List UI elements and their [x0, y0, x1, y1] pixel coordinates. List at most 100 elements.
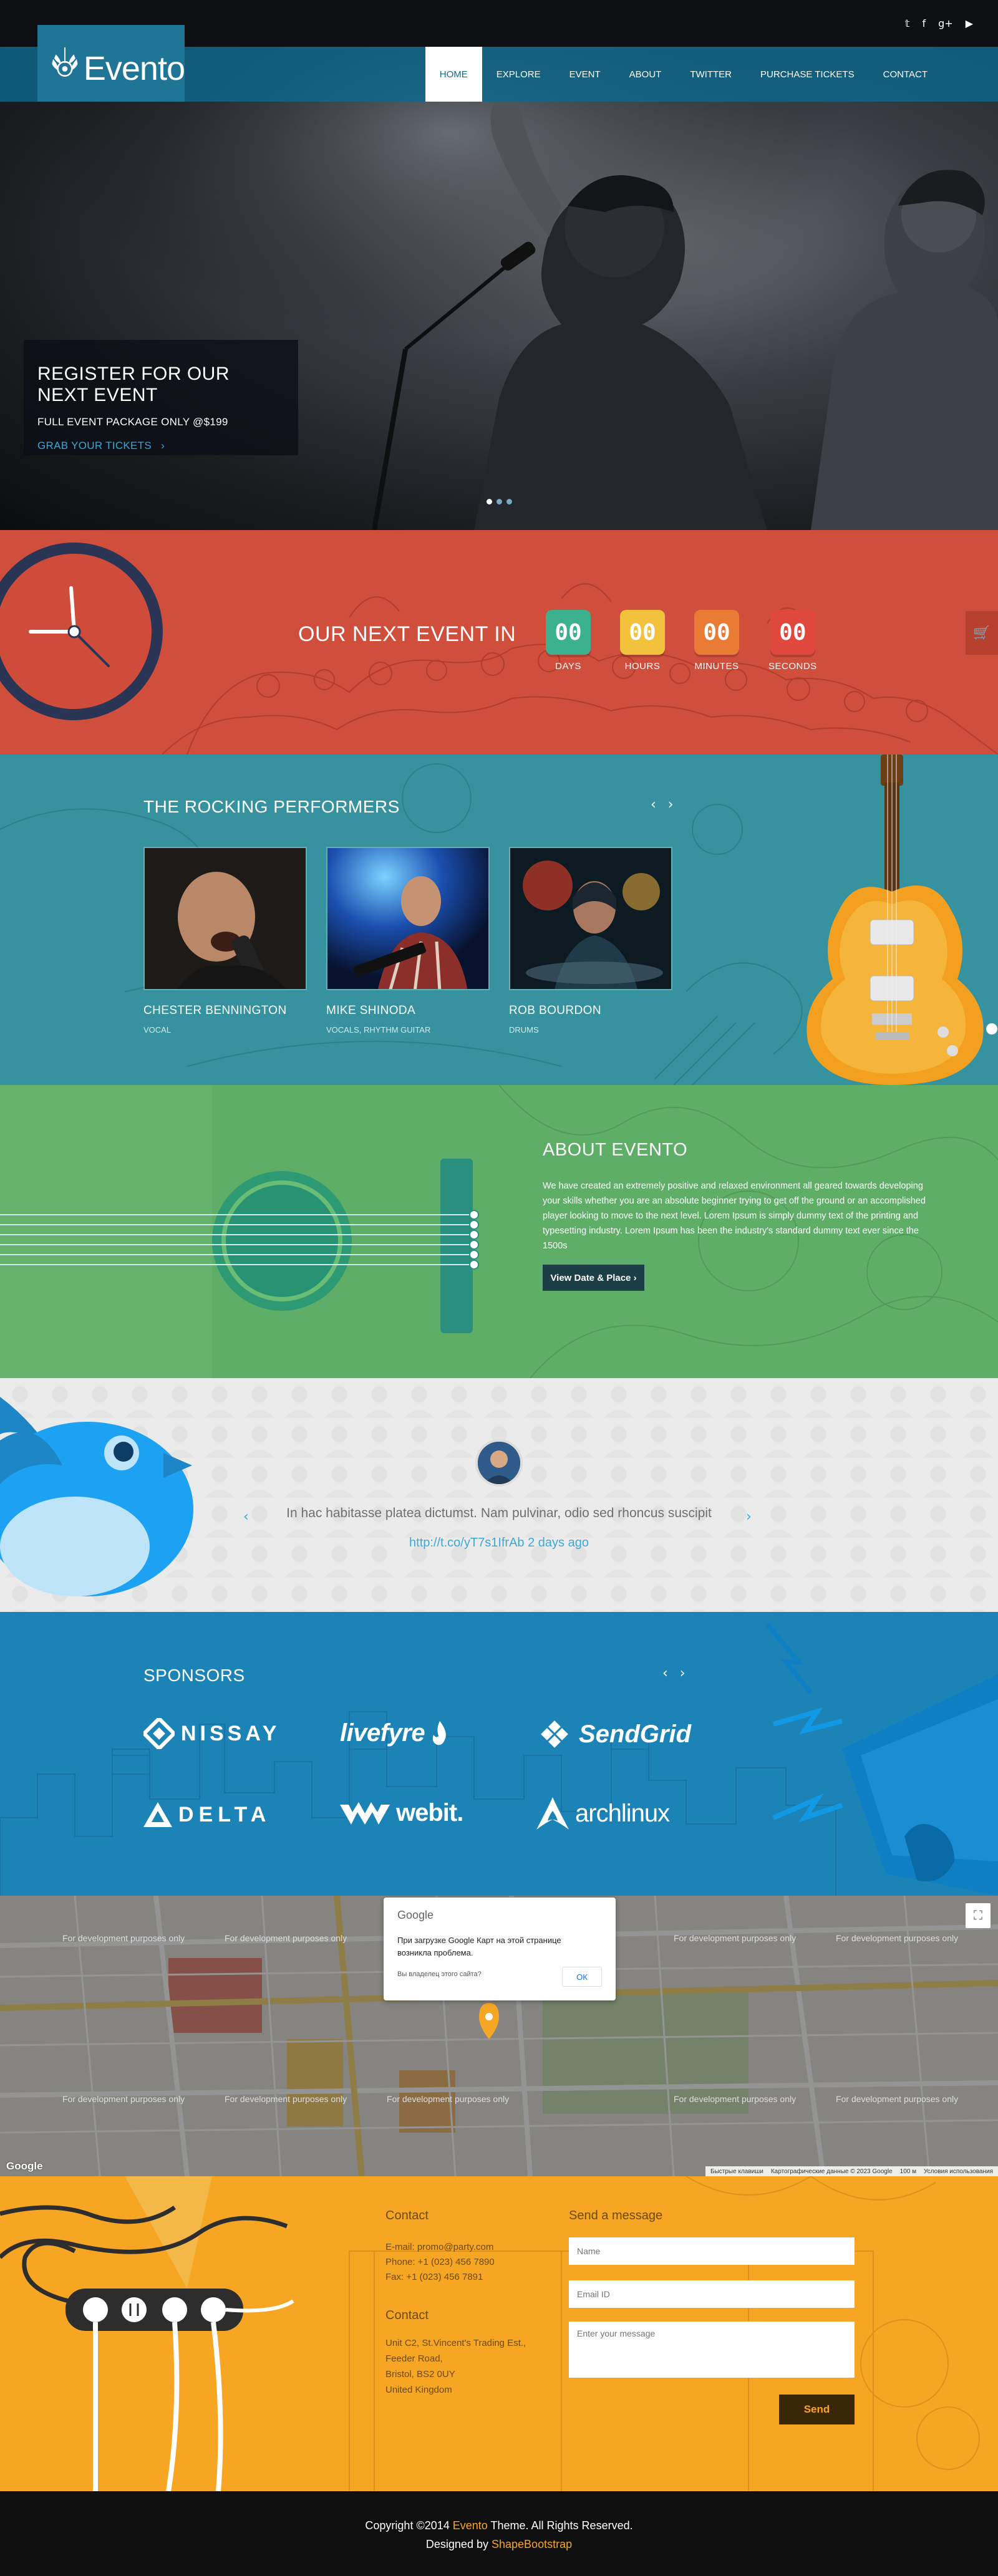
address-line: United Kingdom: [385, 2385, 452, 2395]
logo[interactable]: Evento: [37, 25, 185, 102]
nav-about[interactable]: ABOUT: [615, 47, 676, 102]
view-date-place-button[interactable]: View Date & Place ›: [543, 1265, 644, 1291]
sponsor-nissay[interactable]: NISSAY: [143, 1718, 280, 1749]
sponsor-name: NISSAY: [181, 1721, 281, 1745]
nav-purchase-tickets[interactable]: PURCHASE TICKETS: [746, 47, 869, 102]
tweet-avatar: [475, 1439, 523, 1487]
slider-dot[interactable]: [497, 499, 502, 504]
footer: Copyright ©2014 Evento Theme. All Rights…: [0, 2491, 998, 2576]
twitter-icon[interactable]: 𝕥: [905, 17, 909, 29]
keyboard-shortcuts-link[interactable]: Быстрые клавиши: [710, 2168, 763, 2175]
contact-phone: Phone: +1 (023) 456 7890: [385, 2257, 495, 2267]
map-watermark: For development purposes only: [225, 1933, 347, 1943]
electric-guitar-illustration: [807, 755, 997, 1085]
countdown-seconds-label: SECONDS: [768, 661, 817, 672]
countdown-hours-value: 00: [620, 610, 665, 655]
fullscreen-button[interactable]: ⛶: [966, 1903, 991, 1928]
youtube-icon[interactable]: ▶: [966, 17, 973, 29]
dialog-ok-button[interactable]: ОК: [562, 1967, 602, 1987]
performer-photo-image: [327, 848, 488, 989]
terms-link[interactable]: Условия использования: [924, 2168, 993, 2175]
nav-contact[interactable]: CONTACT: [869, 47, 942, 102]
map-watermark: For development purposes only: [674, 2094, 797, 2104]
performer-photo: [143, 847, 307, 990]
google-map[interactable]: For development purposes only For develo…: [0, 1896, 998, 2176]
countdown-seconds: 00 SECONDS: [768, 610, 817, 672]
tweet-link[interactable]: http://t.co/yT7s1IfrAb 2 days ago: [0, 1536, 998, 1550]
sponsors-section: SPONSORS ‹ › NISSAY livefyre SendGrid DE…: [0, 1612, 998, 1896]
performer-name: CHESTER BENNINGTON: [143, 1004, 287, 1017]
map-data-text: Картографические данные © 2023 Google: [770, 2168, 893, 2175]
google-logo[interactable]: Google: [6, 2160, 43, 2173]
nav-explore[interactable]: EXPLORE: [482, 47, 555, 102]
sponsor-livefyre[interactable]: livefyre: [340, 1719, 448, 1747]
message-textarea[interactable]: [569, 2322, 855, 2378]
copyright-brand[interactable]: Evento: [453, 2519, 488, 2532]
map-watermark: For development purposes only: [387, 2094, 510, 2104]
slider-dot[interactable]: [487, 499, 492, 504]
performers-section: THE ROCKING PERFORMERS ‹ › CHESTER BENNI…: [0, 755, 998, 1085]
designed-prefix: Designed by: [425, 2538, 488, 2550]
copyright-prefix: Copyright ©2014: [365, 2519, 450, 2532]
nav-event[interactable]: EVENT: [555, 47, 615, 102]
power-strip-illustration: [0, 2176, 294, 2491]
sponsor-delta[interactable]: DELTA: [143, 1802, 271, 1827]
sponsors-carousel-arrows[interactable]: ‹ ›: [662, 1666, 689, 1681]
chevron-right-icon: ›: [161, 440, 165, 451]
about-text: We have created an extremely positive an…: [543, 1181, 926, 1251]
sponsor-webit[interactable]: webit.: [340, 1799, 463, 1827]
email-input[interactable]: [569, 2280, 855, 2308]
grab-tickets-link[interactable]: GRAB YOUR TICKETS ›: [37, 440, 165, 451]
guitar-logo-icon: [52, 47, 78, 77]
performer-photo-image: [145, 848, 306, 989]
delta-logo-icon: [143, 1802, 172, 1827]
performer-role: VOCALS, RHYTHM GUITAR: [326, 1025, 431, 1035]
countdown-section: OUR NEXT EVENT IN 00 DAYS 00 HOURS 00 MI…: [0, 530, 998, 755]
facebook-icon[interactable]: f: [922, 17, 926, 29]
sendgrid-logo-icon: [541, 1720, 568, 1748]
google-plus-icon[interactable]: g+: [938, 17, 953, 29]
twitter-section: ‹ In hac habitasse platea dictumst. Nam …: [0, 1378, 998, 1612]
sponsor-name: archlinux: [575, 1799, 670, 1827]
slider-dots[interactable]: [487, 499, 512, 504]
cart-button[interactable]: 🛒: [966, 611, 998, 655]
sponsor-archlinux[interactable]: archlinux: [536, 1797, 670, 1830]
send-button[interactable]: Send: [779, 2395, 855, 2424]
megaphone-illustration: [765, 1623, 998, 1896]
countdown-days-value: 00: [546, 610, 591, 655]
countdown-hours-label: HOURS: [624, 661, 661, 672]
countdown-days: 00 DAYS: [546, 610, 591, 672]
performer-name: ROB BOURDON: [509, 1004, 601, 1017]
twitter-bird-illustration: [0, 1397, 193, 1596]
performer-card[interactable]: ROB BOURDON DRUMS: [509, 847, 672, 1035]
nav-twitter[interactable]: TWITTER: [676, 47, 746, 102]
slider-dot[interactable]: [506, 499, 512, 504]
footer-copyright: Copyright ©2014 Evento Theme. All Rights…: [0, 2516, 998, 2554]
address-line: Unit C2, St.Vincent's Trading Est.,: [385, 2338, 526, 2348]
performer-photo-image: [510, 848, 671, 989]
performer-role: VOCAL: [143, 1025, 172, 1035]
sponsor-name: SendGrid: [579, 1720, 692, 1748]
performer-card[interactable]: MIKE SHINODA VOCALS, RHYTHM GUITAR: [326, 847, 490, 1035]
form-title: Send a message: [569, 2209, 663, 2222]
nav-home[interactable]: HOME: [425, 47, 482, 102]
scale-text: 100 м: [899, 2168, 916, 2175]
contact-fax: Fax: +1 (023) 456 7891: [385, 2272, 483, 2282]
fullscreen-icon: ⛶: [974, 1908, 982, 1922]
hero-title: REGISTER FOR OUR NEXT EVENT: [37, 364, 230, 405]
page: REGISTER FOR OUR NEXT EVENT FULL EVENT P…: [0, 0, 998, 2576]
contact-email: E-mail: promo@party.com: [385, 2242, 494, 2252]
designer-link[interactable]: ShapeBootstrap: [492, 2538, 572, 2550]
map-watermark: For development purposes only: [225, 2094, 347, 2104]
name-input[interactable]: [569, 2237, 855, 2265]
performer-photo: [509, 847, 672, 990]
performers-carousel-arrows[interactable]: ‹ ›: [651, 797, 677, 813]
flame-icon: [432, 1720, 446, 1745]
hero-subtitle: FULL EVENT PACKAGE ONLY @$199: [37, 416, 228, 428]
tweet-next-arrow[interactable]: ›: [746, 1509, 752, 1525]
sponsor-name: webit.: [396, 1799, 463, 1826]
social-links: 𝕥 f g+ ▶: [905, 17, 973, 29]
performer-card[interactable]: CHESTER BENNINGTON VOCAL: [143, 847, 307, 1035]
performer-role: DRUMS: [509, 1025, 539, 1035]
sponsor-sendgrid[interactable]: SendGrid: [536, 1716, 691, 1752]
